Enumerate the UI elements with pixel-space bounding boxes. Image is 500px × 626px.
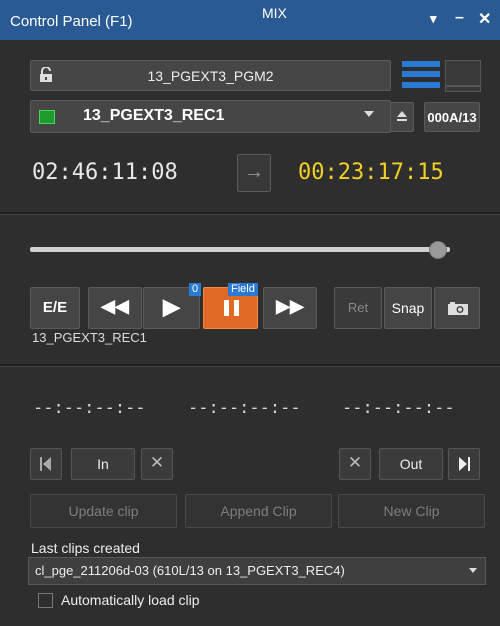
- minimize-button[interactable]: –: [455, 9, 464, 27]
- snap-button[interactable]: Snap: [384, 287, 432, 329]
- fast-forward-icon: ▶▶: [276, 296, 304, 316]
- recorder-dropdown[interactable]: 13_PGEXT3_REC1: [30, 100, 391, 133]
- eject-button[interactable]: [390, 102, 414, 132]
- mark-in-button[interactable]: In: [71, 448, 135, 480]
- in-label: In: [97, 456, 109, 472]
- last-clips-dropdown[interactable]: cl_pge_211206d-03 (610L/13 on 13_PGEXT3_…: [28, 557, 486, 585]
- skip-to-end-icon: [459, 457, 470, 471]
- skip-to-start-icon: [40, 457, 51, 471]
- out-label: Out: [399, 456, 423, 472]
- window-title: Control Panel (F1): [10, 13, 133, 30]
- chevron-down-icon: [469, 568, 477, 573]
- chevron-down-icon: [364, 111, 374, 117]
- last-clips-value: cl_pge_211206d-03 (610L/13 on 13_PGEXT3_…: [35, 563, 345, 578]
- section-divider: [0, 364, 500, 367]
- source-name: 13_PGEXT3_REC1: [32, 330, 147, 345]
- in-timecode: --:--:--:--: [33, 398, 146, 418]
- ee-label: E/E: [42, 299, 68, 316]
- counter-value: 000A/13: [427, 110, 477, 125]
- last-clips-label: Last clips created: [31, 540, 140, 556]
- clip-counter: 000A/13: [424, 102, 480, 132]
- goto-in-button[interactable]: [30, 448, 62, 480]
- pause-icon: [224, 300, 229, 316]
- new-clip-button[interactable]: New Clip: [338, 494, 485, 528]
- mode-label: MIX: [262, 5, 287, 21]
- camera-icon: [448, 302, 468, 315]
- snap-label: Snap: [391, 300, 425, 316]
- clear-out-button[interactable]: ✕: [339, 448, 371, 480]
- goto-out-button[interactable]: [448, 448, 480, 480]
- control-panel-window: Control Panel (F1) MIX ▾ – ✕ 13_PGEXT3_P…: [0, 0, 500, 626]
- auto-load-label: Automatically load clip: [61, 592, 200, 608]
- duration-timecode: --:--:--:--: [188, 398, 301, 418]
- title-bar: Control Panel (F1) MIX ▾ – ✕: [0, 0, 500, 40]
- current-timecode: 02:46:11:08: [32, 160, 178, 185]
- clear-in-button[interactable]: ✕: [141, 448, 173, 480]
- auto-load-checkbox[interactable]: [38, 593, 53, 608]
- menu-chevron-icon[interactable]: ▾: [430, 11, 437, 27]
- ret-button[interactable]: Ret: [334, 287, 382, 329]
- new-clip-label: New Clip: [383, 503, 440, 519]
- playback-slider-track[interactable]: [30, 247, 450, 252]
- field-badge: Field: [228, 283, 258, 296]
- mark-out-button[interactable]: Out: [379, 448, 443, 480]
- fast-forward-button[interactable]: ▶▶: [263, 287, 317, 329]
- recorder-label: 13_PGEXT3_REC1: [83, 107, 225, 124]
- ret-label: Ret: [347, 300, 369, 315]
- arrow-right-icon: →: [244, 161, 264, 183]
- recorder-status-icon: [39, 110, 55, 124]
- out-timecode: --:--:--:--: [342, 398, 455, 418]
- eject-icon: [397, 111, 407, 117]
- update-clip-button[interactable]: Update clip: [30, 494, 177, 528]
- close-button[interactable]: ✕: [478, 9, 491, 29]
- play-icon: ▶: [163, 294, 180, 319]
- append-clip-label: Append Clip: [220, 503, 297, 519]
- rewind-button[interactable]: ◀◀: [88, 287, 142, 329]
- remaining-timecode: 00:23:17:15: [298, 160, 444, 185]
- rewind-icon: ◀◀: [101, 296, 129, 316]
- goto-button[interactable]: →: [237, 154, 271, 192]
- update-clip-label: Update clip: [68, 503, 139, 519]
- close-icon: ✕: [347, 453, 363, 472]
- playback-slider-thumb[interactable]: [429, 241, 448, 259]
- camera-button[interactable]: [434, 287, 480, 329]
- play-badge: 0: [189, 283, 202, 296]
- append-clip-button[interactable]: Append Clip: [185, 494, 332, 528]
- channel-label: 13_PGEXT3_PGM2: [147, 68, 274, 84]
- ee-button[interactable]: E/E: [30, 287, 80, 329]
- close-icon: ✕: [149, 453, 165, 472]
- section-divider: [0, 212, 500, 215]
- channel-selector[interactable]: 13_PGEXT3_PGM2: [30, 60, 391, 91]
